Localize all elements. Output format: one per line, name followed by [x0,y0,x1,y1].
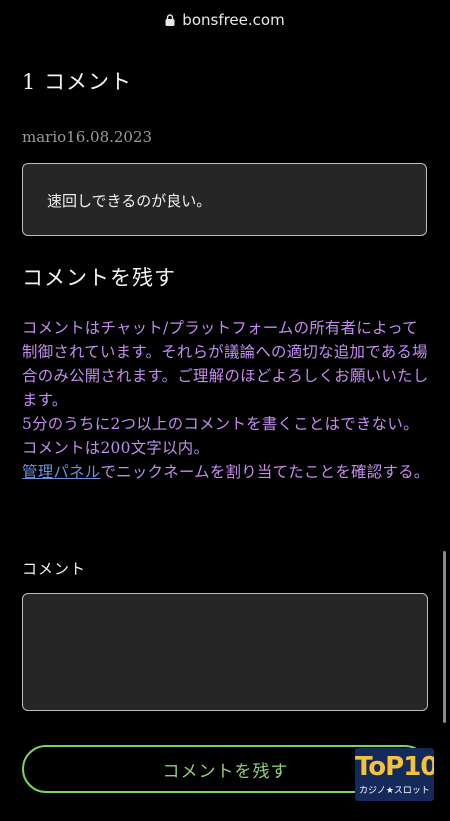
comment-field-label: コメント [22,560,87,578]
notice-line-nickname: 管理パネルでニックネームを割り当てたことを確認する。 [22,460,430,484]
notice-nickname-text: でニックネームを割り当てたことを確認する。 [100,463,430,481]
url-text: bonsfree.com [182,11,285,29]
comment-policy-notice: コメントはチャット/プラットフォームの所有者によって制御されています。それらが議… [22,316,430,484]
leave-comment-heading: コメントを残す [22,266,176,290]
page-scrollbar[interactable] [443,551,446,723]
lock-icon [165,14,175,26]
top10-badge-logo: ToP10 カジノ★スロット [355,748,434,801]
notice-line-length: コメントは200文字以内。 [22,439,210,457]
admin-panel-link[interactable]: 管理パネル [22,463,100,481]
notice-line-rate-limit: 5分のうちに2つ以上のコメントを書くことはできない。 [22,415,419,433]
comment-text: 速回しできるのが良い。 [47,192,212,210]
comment-textarea[interactable] [22,593,428,711]
comment-body: 速回しできるのが良い。 [22,163,427,236]
comment-author-date: mario16.08.2023 [22,128,153,146]
badge-subtitle: カジノ★スロット [359,786,430,796]
badge-logo-text: ToP10 [355,752,434,782]
browser-url-bar[interactable]: bonsfree.com [0,0,450,40]
comment-count-heading: 1 コメント [22,70,133,94]
notice-line-moderation: コメントはチャット/プラットフォームの所有者によって制御されています。それらが議… [22,319,429,409]
